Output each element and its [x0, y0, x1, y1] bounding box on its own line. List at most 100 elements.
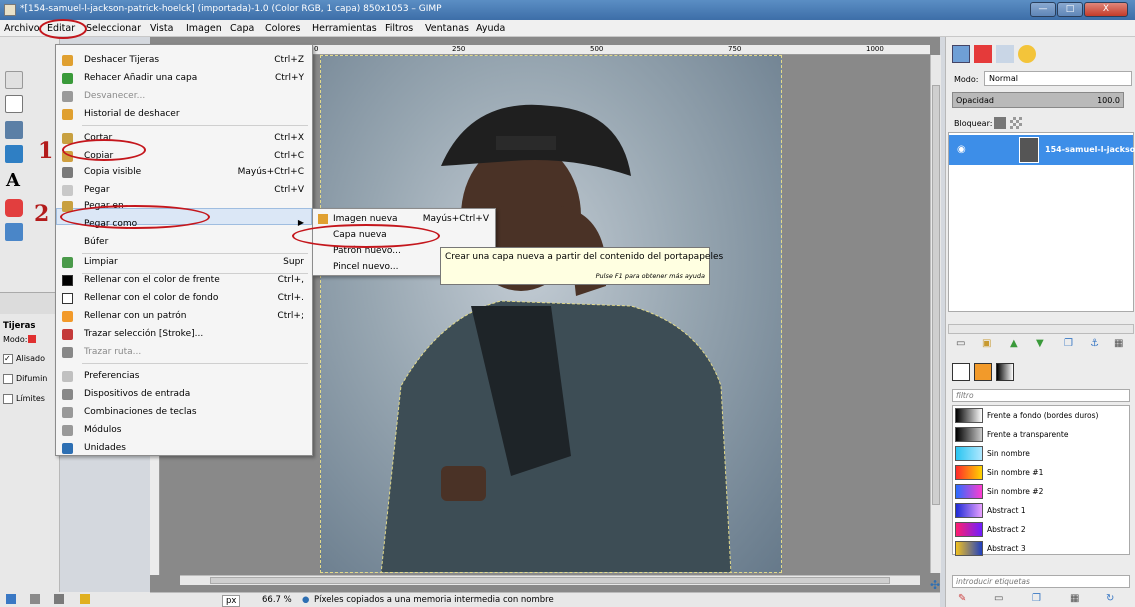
edit-menu-item[interactable]: Búfer — [56, 234, 312, 250]
gradient-item[interactable]: Frente a fondo (bordes duros) — [955, 407, 1125, 424]
new-layer-icon[interactable]: ▭ — [956, 338, 965, 349]
layer-row[interactable]: ◉ 154-samuel-l-jackson-p — [949, 135, 1135, 165]
restore-options-icon[interactable] — [30, 594, 40, 604]
lock-alpha-icon[interactable] — [1010, 117, 1022, 129]
new-gradient-icon[interactable]: ▭ — [994, 593, 1003, 604]
vertical-scrollbar[interactable] — [930, 55, 941, 573]
limits-checkbox[interactable] — [3, 394, 13, 404]
opacity-slider[interactable]: Opacidad 100.0 — [952, 92, 1124, 108]
feather-label: Difumin — [16, 374, 48, 383]
brushes-tab-icon[interactable] — [952, 363, 970, 381]
navigate-icon[interactable]: ✣ — [930, 578, 940, 592]
edit-menu-item[interactable]: Copia visible Mayús+Ctrl+C — [56, 164, 312, 180]
lower-layer-icon[interactable]: ▼ — [1036, 338, 1044, 349]
edit-menu-item[interactable]: Historial de deshacer — [56, 106, 312, 122]
rect-select-tool-icon[interactable] — [5, 71, 23, 89]
edit-menu-item[interactable]: Limpiar Supr — [56, 254, 312, 270]
clone-tool-icon[interactable] — [5, 223, 23, 241]
edit-menu-item[interactable]: Rellenar con el color de fondo Ctrl+. — [56, 290, 312, 306]
edit-gradient-icon[interactable]: ✎ — [958, 593, 966, 604]
gradient-filter-input[interactable]: filtro — [952, 389, 1130, 402]
edit-menu-item[interactable]: Trazar selección [Stroke]... — [56, 326, 312, 342]
edit-menu-item[interactable]: Rellenar con un patrón Ctrl+; — [56, 308, 312, 324]
annotation-step-2: 2 — [34, 201, 50, 227]
undo-tab-icon[interactable] — [1018, 45, 1036, 63]
gradient-name: Frente a transparente — [987, 430, 1069, 439]
delete-layer-icon[interactable]: ▦ — [1114, 338, 1123, 349]
gradient-item[interactable]: Abstract 1 — [955, 502, 1125, 519]
menu-filtros[interactable]: Filtros — [385, 23, 413, 34]
menu-imagen[interactable]: Imagen — [186, 23, 222, 34]
gradients-tab-icon[interactable] — [996, 363, 1014, 381]
menu-colores[interactable]: Colores — [265, 23, 300, 34]
menu-capa[interactable]: Capa — [230, 23, 254, 34]
delete-gradient-icon[interactable]: ▦ — [1070, 593, 1079, 604]
layer-thumbnail — [1019, 137, 1039, 163]
lock-pixels-icon[interactable] — [994, 117, 1006, 129]
anchor-layer-icon[interactable]: ⚓ — [1090, 338, 1099, 349]
close-button[interactable]: X — [1084, 2, 1128, 17]
save-options-icon[interactable] — [6, 594, 16, 604]
menu-archivo[interactable]: Archivo — [4, 23, 40, 34]
edit-menu-item[interactable]: Combinaciones de teclas — [56, 404, 312, 420]
menu-item-shortcut: Mayús+Ctrl+C — [237, 167, 304, 177]
gradient-item[interactable]: Frente a transparente — [955, 426, 1125, 443]
unit-select[interactable]: px — [222, 595, 241, 607]
gradient-item[interactable]: Sin nombre #1 — [955, 464, 1125, 481]
eye-icon[interactable]: ◉ — [957, 144, 966, 155]
perspective-tool-icon[interactable] — [5, 145, 23, 163]
duplicate-layer-icon[interactable]: ❐ — [1064, 338, 1073, 349]
edit-menu-item[interactable]: Trazar ruta... — [56, 344, 312, 360]
gradient-swatch — [955, 541, 983, 556]
new-group-icon[interactable]: ▣ — [982, 338, 991, 349]
gradient-item[interactable]: Abstract 3 — [955, 540, 1125, 557]
duplicate-gradient-icon[interactable]: ❐ — [1032, 593, 1041, 604]
toolbox: A Tijeras Modo: ✓ Alisado Difumin Límite… — [0, 37, 60, 607]
gradient-item[interactable]: Abstract 2 — [955, 521, 1125, 538]
menu-ventanas[interactable]: Ventanas — [425, 23, 469, 34]
menu-item-label: Limpiar — [84, 257, 118, 267]
horizontal-scrollbar[interactable] — [180, 575, 920, 585]
edit-menu-item[interactable]: Módulos — [56, 422, 312, 438]
paste-as-shortcut: Mayús+Ctrl+V — [422, 214, 489, 224]
edit-menu-item[interactable]: Dispositivos de entrada — [56, 386, 312, 402]
reset-options-icon[interactable] — [80, 594, 90, 604]
edit-menu-item[interactable]: Deshacer Tijeras Ctrl+Z — [56, 52, 312, 68]
edit-menu-item[interactable]: Preferencias — [56, 368, 312, 384]
layers-tab-icon[interactable] — [952, 45, 970, 63]
menu-herramientas[interactable]: Herramientas — [312, 23, 377, 34]
refresh-gradients-icon[interactable]: ↻ — [1106, 593, 1114, 604]
layer-mode-select[interactable]: Normal — [984, 71, 1132, 86]
menu-ayuda[interactable]: Ayuda — [476, 23, 505, 34]
edit-menu-item[interactable]: Desvanecer... — [56, 88, 312, 104]
menu-vista[interactable]: Vista — [150, 23, 173, 34]
annotation-circle-pegar-como — [60, 205, 210, 229]
edit-menu-item[interactable]: Pegar Ctrl+V — [56, 182, 312, 198]
menu-seleccionar[interactable]: Seleccionar — [86, 23, 141, 34]
paths-tab-icon[interactable] — [996, 45, 1014, 63]
delete-options-icon[interactable] — [54, 594, 64, 604]
feather-checkbox[interactable] — [3, 374, 13, 384]
channels-tab-icon[interactable] — [974, 45, 992, 63]
patterns-tab-icon[interactable] — [974, 363, 992, 381]
gradient-item[interactable]: Sin nombre #2 — [955, 483, 1125, 500]
scissors-tool-icon[interactable] — [5, 95, 23, 113]
eraser-tool-icon[interactable] — [5, 199, 23, 217]
zoom-select[interactable]: 66.7 % — [262, 595, 292, 605]
gradient-item[interactable]: Sin nombre — [955, 445, 1125, 462]
text-tool-icon[interactable]: A — [6, 170, 20, 191]
edit-menu-item[interactable]: Rehacer Añadir una capa Ctrl+Y — [56, 70, 312, 86]
edit-menu-item[interactable]: Rellenar con el color de frente Ctrl+, — [56, 272, 312, 288]
maximize-button[interactable]: □ — [1057, 2, 1083, 17]
edit-menu-item[interactable]: Unidades — [56, 440, 312, 456]
gradient-name: Abstract 1 — [987, 506, 1026, 515]
raise-layer-icon[interactable]: ▲ — [1010, 338, 1018, 349]
layers-hscrollbar[interactable] — [948, 324, 1134, 334]
minimize-button[interactable]: — — [1030, 2, 1056, 17]
tags-input[interactable]: introducir etiquetas — [952, 575, 1130, 588]
antialias-checkbox[interactable]: ✓ — [3, 354, 13, 364]
mode-swatch-icon[interactable] — [28, 335, 36, 343]
align-tool-icon[interactable] — [5, 121, 23, 139]
paste-as-label: Pincel nuevo... — [333, 262, 399, 272]
image-canvas[interactable] — [320, 55, 782, 573]
